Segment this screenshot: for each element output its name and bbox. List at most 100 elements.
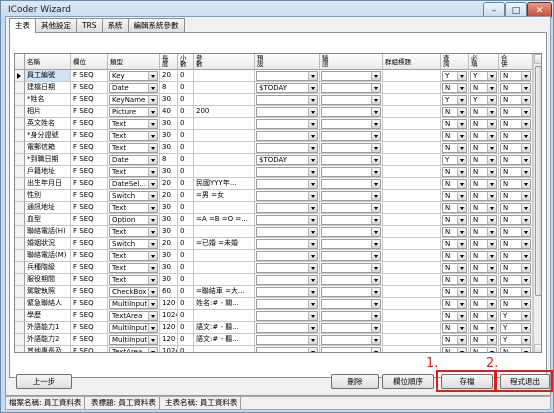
- table-row[interactable]: 駕駛執照 F SEQ CheckBox 60 0 =聯結車 =大... N N N: [15, 286, 541, 298]
- grid-cell-name[interactable]: 員工編號: [25, 70, 71, 82]
- grid-cell-type[interactable]: TextArea: [108, 310, 160, 322]
- grid-cell-grp[interactable]: [383, 154, 441, 166]
- grid-cell-m[interactable]: N: [499, 166, 533, 178]
- grid-cell-m[interactable]: N: [499, 130, 533, 142]
- cell-dropdown[interactable]: Y: [442, 155, 467, 165]
- cell-dropdown[interactable]: [321, 263, 381, 273]
- grid-cell-param[interactable]: =聯結車 =大...: [194, 286, 255, 298]
- grid-cell-type[interactable]: Text: [108, 118, 160, 130]
- grid-cell-dec[interactable]: 0: [178, 346, 194, 352]
- grid-cell-def[interactable]: [255, 202, 320, 214]
- dropdown-arrow-icon[interactable]: [521, 96, 530, 104]
- grid-cell-name[interactable]: 性別: [25, 190, 71, 202]
- dropdown-arrow-icon[interactable]: [521, 84, 530, 92]
- dropdown-arrow-icon[interactable]: [308, 72, 317, 80]
- dropdown-arrow-icon[interactable]: [308, 84, 317, 92]
- field-grid[interactable]: 名稱 欄位 類型長 度小 數參 數預 設驗 證群組標題查 詢必 填合 併員工編號 F …: [14, 53, 542, 353]
- grid-cell-grp[interactable]: [383, 142, 441, 154]
- grid-cell-r[interactable]: N: [469, 250, 499, 262]
- dropdown-arrow-icon[interactable]: [148, 192, 157, 200]
- delete-button[interactable]: 刪除: [331, 374, 379, 389]
- grid-cell-m[interactable]: N: [499, 154, 533, 166]
- grid-cell-m[interactable]: N: [499, 94, 533, 106]
- table-row[interactable]: 學歷F SEQ TextArea 10240 N N Y: [15, 310, 541, 322]
- cell-dropdown[interactable]: N: [470, 119, 497, 129]
- dropdown-arrow-icon[interactable]: [308, 216, 317, 224]
- dropdown-arrow-icon[interactable]: [457, 288, 466, 296]
- dropdown-arrow-icon[interactable]: [521, 204, 530, 212]
- cell-dropdown[interactable]: $TODAY: [256, 83, 318, 93]
- grid-cell-param[interactable]: 語文:# - 聽...: [194, 334, 255, 346]
- dropdown-arrow-icon[interactable]: [148, 336, 157, 344]
- grid-corner[interactable]: [15, 54, 25, 70]
- dropdown-arrow-icon[interactable]: [487, 120, 496, 128]
- grid-cell-grp[interactable]: [383, 118, 441, 130]
- dropdown-arrow-icon[interactable]: [371, 180, 380, 188]
- grid-cell-q[interactable]: N: [441, 130, 469, 142]
- cell-dropdown[interactable]: N: [470, 203, 497, 213]
- dropdown-arrow-icon[interactable]: [148, 132, 157, 140]
- dropdown-arrow-icon[interactable]: [487, 180, 496, 188]
- cell-dropdown[interactable]: [256, 299, 318, 309]
- grid-cell-val[interactable]: [320, 70, 383, 82]
- grid-cell-len[interactable]: 30: [160, 142, 178, 154]
- grid-cell-param[interactable]: [194, 346, 255, 352]
- row-header[interactable]: [15, 346, 25, 352]
- dropdown-arrow-icon[interactable]: [371, 324, 380, 332]
- grid-cell-field[interactable]: F SEQ: [71, 142, 108, 154]
- cell-dropdown[interactable]: Text: [109, 227, 158, 237]
- row-header[interactable]: [15, 310, 25, 322]
- grid-cell-m[interactable]: N: [499, 70, 533, 82]
- cell-dropdown[interactable]: N: [500, 239, 531, 249]
- grid-cell-len[interactable]: 40: [160, 106, 178, 118]
- cell-dropdown[interactable]: [321, 131, 381, 141]
- grid-cell-name[interactable]: 通訊地址: [25, 202, 71, 214]
- grid-cell-grp[interactable]: [383, 334, 441, 346]
- grid-cell-m[interactable]: N: [499, 106, 533, 118]
- dropdown-arrow-icon[interactable]: [371, 192, 380, 200]
- grid-cell-len[interactable]: 60: [160, 286, 178, 298]
- cell-dropdown[interactable]: Y: [500, 311, 531, 321]
- dropdown-arrow-icon[interactable]: [148, 252, 157, 260]
- grid-cell-r[interactable]: N: [469, 178, 499, 190]
- cell-dropdown[interactable]: [256, 251, 318, 261]
- grid-cell-param[interactable]: [194, 118, 255, 130]
- dropdown-arrow-icon[interactable]: [487, 228, 496, 236]
- grid-cell-field[interactable]: F SEQ: [71, 286, 108, 298]
- cell-dropdown[interactable]: [321, 287, 381, 297]
- grid-cell-field[interactable]: F SEQ: [71, 202, 108, 214]
- grid-cell-m[interactable]: N: [499, 346, 533, 352]
- cell-dropdown[interactable]: Text: [109, 275, 158, 285]
- dropdown-arrow-icon[interactable]: [457, 132, 466, 140]
- cell-dropdown[interactable]: N: [442, 239, 467, 249]
- grid-cell-q[interactable]: N: [441, 274, 469, 286]
- grid-cell-dec[interactable]: 0: [178, 154, 194, 166]
- grid-cell-field[interactable]: F SEQ: [71, 190, 108, 202]
- grid-cell-val[interactable]: [320, 166, 383, 178]
- grid-cell-q[interactable]: N: [441, 190, 469, 202]
- grid-cell-grp[interactable]: [383, 238, 441, 250]
- dropdown-arrow-icon[interactable]: [371, 204, 380, 212]
- table-row[interactable]: *姓名 F SEQ KeyName 30 0 Y Y N: [15, 94, 541, 106]
- grid-cell-type[interactable]: Switch: [108, 238, 160, 250]
- dropdown-arrow-icon[interactable]: [457, 180, 466, 188]
- table-row[interactable]: 緊急聯絡人 F SEQ MultiInput 120 0 姓名:# - 關... N N N: [15, 298, 541, 310]
- grid-cell-val[interactable]: [320, 82, 383, 94]
- dropdown-arrow-icon[interactable]: [487, 216, 496, 224]
- grid-cell-type[interactable]: Key: [108, 70, 160, 82]
- dropdown-arrow-icon[interactable]: [521, 156, 530, 164]
- dropdown-arrow-icon[interactable]: [371, 156, 380, 164]
- cell-dropdown[interactable]: N: [470, 275, 497, 285]
- dropdown-arrow-icon[interactable]: [308, 120, 317, 128]
- grid-cell-type[interactable]: MultiInput: [108, 334, 160, 346]
- grid-cell-field[interactable]: F SEQ: [71, 154, 108, 166]
- grid-cell-type[interactable]: MultiInput: [108, 298, 160, 310]
- grid-cell-field[interactable]: F SEQ: [71, 82, 108, 94]
- column-header[interactable]: 查 詢: [441, 54, 469, 70]
- cell-dropdown[interactable]: Switch: [109, 191, 158, 201]
- dropdown-arrow-icon[interactable]: [457, 324, 466, 332]
- grid-cell-val[interactable]: [320, 190, 383, 202]
- grid-cell-len[interactable]: 20: [160, 178, 178, 190]
- cell-dropdown[interactable]: Y: [500, 323, 531, 333]
- grid-cell-type[interactable]: Text: [108, 226, 160, 238]
